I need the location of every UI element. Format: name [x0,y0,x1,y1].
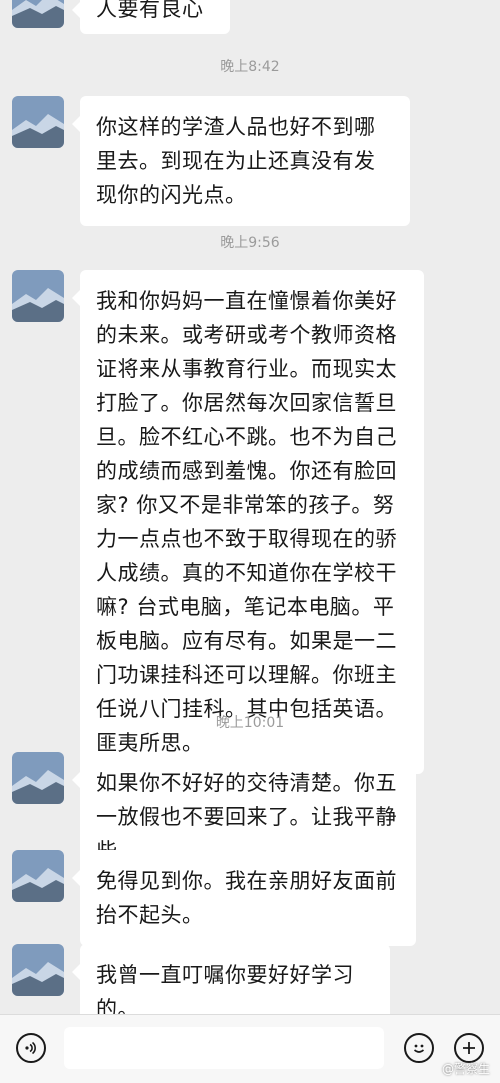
message-text: 我曾一直叮嘱你要好好学习的。 [96,963,354,1021]
message-text: 你这样的学渣人品也好不到哪里去。到现在为止还真没有发现你的闪光点。 [96,115,376,207]
timestamp: 晚上9:56 [220,235,280,251]
avatar[interactable] [12,752,64,804]
avatar[interactable] [12,270,64,322]
emoji-icon[interactable] [404,1033,434,1063]
message-bubble[interactable]: 人要有良心 [72,0,230,34]
voice-icon[interactable] [16,1033,46,1063]
message-text: 免得见到你。我在亲朋好友面前抬不起头。 [96,869,397,927]
avatar[interactable] [12,0,64,28]
message-input[interactable] [64,1027,384,1069]
watermark: @警察生 [441,1062,490,1076]
avatar[interactable] [12,850,64,902]
timestamp: 晚上10:01 [215,715,285,731]
timestamp: 晚上8:42 [220,59,280,75]
message-bubble[interactable]: 你这样的学渣人品也好不到哪里去。到现在为止还真没有发现你的闪光点。 [72,96,410,226]
message-bubble[interactable]: 免得见到你。我在亲朋好友面前抬不起头。 [72,850,416,946]
avatar[interactable] [12,944,64,996]
plus-icon[interactable] [454,1033,484,1063]
message-text: 人要有良心 [96,0,204,21]
input-bar: @警察生 [0,1014,500,1083]
message-bubble[interactable]: 我和你妈妈一直在憧憬着你美好的未来。或考研或考个教师资格证将来从事教育行业。而现… [72,270,424,774]
avatar[interactable] [12,96,64,148]
message-text: 我和你妈妈一直在憧憬着你美好的未来。或考研或考个教师资格证将来从事教育行业。而现… [96,289,397,755]
